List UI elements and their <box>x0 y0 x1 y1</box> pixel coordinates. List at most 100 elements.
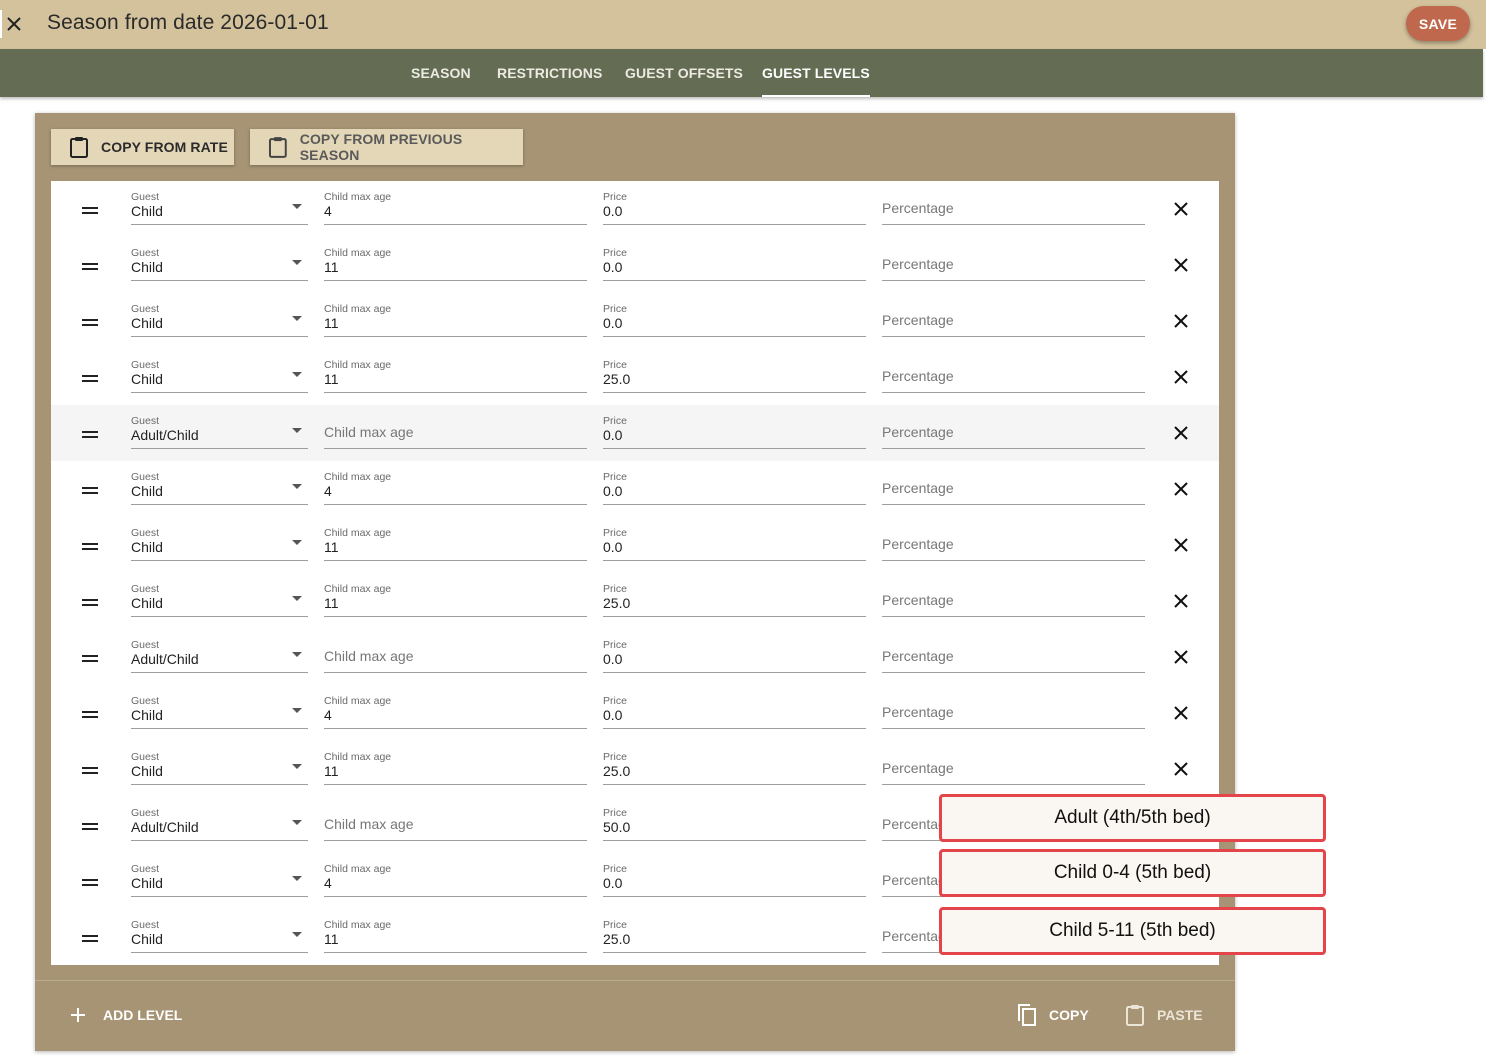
tab-season[interactable]: SEASON <box>411 49 471 97</box>
child-max-age-input[interactable]: Child max age 11 <box>324 577 587 617</box>
drag-handle-icon[interactable] <box>82 599 98 606</box>
drag-handle-icon[interactable] <box>82 879 98 886</box>
percentage-input[interactable]: Percentage <box>882 465 1145 505</box>
child-max-age-label: Child max age <box>324 583 392 595</box>
percentage-placeholder: Percentage <box>882 480 954 496</box>
percentage-input[interactable]: Percentage <box>882 409 1145 449</box>
price-input[interactable]: Price 0.0 <box>603 409 866 449</box>
child-max-age-input[interactable]: Child max age 11 <box>324 241 587 281</box>
copy-from-previous-season-button[interactable]: COPY FROM PREVIOUS SEASON <box>250 129 523 165</box>
drag-handle-icon[interactable] <box>82 767 98 774</box>
child-max-age-input[interactable]: Child max age 11 <box>324 745 587 785</box>
child-max-age-input[interactable]: Child max age 11 <box>324 913 587 953</box>
price-input[interactable]: Price 0.0 <box>603 689 866 729</box>
delete-level-button[interactable] <box>1173 369 1189 385</box>
guest-select[interactable]: Guest Child <box>131 689 308 729</box>
percentage-input[interactable]: Percentage <box>882 633 1145 673</box>
percentage-input[interactable]: Percentage <box>882 185 1145 225</box>
save-button[interactable]: SAVE <box>1406 6 1470 41</box>
child-max-age-input[interactable]: Child max age 11 <box>324 521 587 561</box>
guest-label: Guest <box>131 751 160 763</box>
delete-level-button[interactable] <box>1173 593 1189 609</box>
price-value: 0.0 <box>603 483 623 499</box>
drag-handle-icon[interactable] <box>82 431 98 438</box>
percentage-input[interactable]: Percentage <box>882 745 1145 785</box>
delete-level-button[interactable] <box>1173 257 1189 273</box>
guest-select[interactable]: Guest Adult/Child <box>131 409 308 449</box>
percentage-input[interactable]: Percentage <box>882 353 1145 393</box>
drag-handle-icon[interactable] <box>82 935 98 942</box>
tab-guest-levels[interactable]: GUEST LEVELS <box>762 49 870 97</box>
child-max-age-input[interactable]: Child max age 4 <box>324 857 587 897</box>
add-level-label: ADD LEVEL <box>103 1007 183 1023</box>
child-max-age-input[interactable]: Child max age 4 <box>324 465 587 505</box>
guest-label: Guest <box>131 247 160 259</box>
price-input[interactable]: Price 0.0 <box>603 521 866 561</box>
guest-select[interactable]: Guest Child <box>131 521 308 561</box>
price-input[interactable]: Price 0.0 <box>603 241 866 281</box>
percentage-input[interactable]: Percentage <box>882 521 1145 561</box>
guest-select[interactable]: Guest Child <box>131 297 308 337</box>
copy-button[interactable]: COPY <box>1015 1001 1089 1029</box>
guest-select[interactable]: Guest Adult/Child <box>131 801 308 841</box>
drag-handle-icon[interactable] <box>82 319 98 326</box>
guest-select[interactable]: Guest Child <box>131 745 308 785</box>
delete-level-button[interactable] <box>1173 537 1189 553</box>
guest-select[interactable]: Guest Child <box>131 913 308 953</box>
price-input[interactable]: Price 0.0 <box>603 297 866 337</box>
percentage-input[interactable]: Percentage <box>882 577 1145 617</box>
price-input[interactable]: Price 0.0 <box>603 633 866 673</box>
price-value: 25.0 <box>603 371 631 387</box>
drag-handle-icon[interactable] <box>82 207 98 214</box>
child-max-age-input[interactable]: Child max age 11 <box>324 297 587 337</box>
child-max-age-label: Child max age <box>324 527 392 539</box>
drag-handle-icon[interactable] <box>82 711 98 718</box>
drag-handle-icon[interactable] <box>82 655 98 662</box>
child-max-age-input[interactable]: Child max age 4 <box>324 689 587 729</box>
drag-handle-icon[interactable] <box>82 375 98 382</box>
copy-from-rate-button[interactable]: COPY FROM RATE <box>51 129 234 165</box>
delete-level-button[interactable] <box>1173 705 1189 721</box>
price-input[interactable]: Price 25.0 <box>603 745 866 785</box>
delete-level-button[interactable] <box>1173 425 1189 441</box>
price-input[interactable]: Price 25.0 <box>603 353 866 393</box>
drag-handle-icon[interactable] <box>82 487 98 494</box>
percentage-placeholder: Percentage <box>882 760 954 776</box>
child-max-age-input[interactable]: Child max age <box>324 633 587 673</box>
paste-button[interactable]: PASTE <box>1125 1001 1203 1029</box>
guest-select[interactable]: Guest Child <box>131 465 308 505</box>
price-input[interactable]: Price 0.0 <box>603 465 866 505</box>
guest-select[interactable]: Guest Adult/Child <box>131 633 308 673</box>
child-max-age-value: 4 <box>324 203 332 219</box>
delete-level-button[interactable] <box>1173 313 1189 329</box>
delete-level-button[interactable] <box>1173 649 1189 665</box>
price-input[interactable]: Price 0.0 <box>603 857 866 897</box>
drag-handle-icon[interactable] <box>82 823 98 830</box>
price-value: 0.0 <box>603 203 623 219</box>
price-input[interactable]: Price 50.0 <box>603 801 866 841</box>
child-max-age-input[interactable]: Child max age <box>324 409 587 449</box>
price-input[interactable]: Price 25.0 <box>603 913 866 953</box>
delete-level-button[interactable] <box>1173 201 1189 217</box>
tab-guest-offsets[interactable]: GUEST OFFSETS <box>625 49 743 97</box>
delete-level-button[interactable] <box>1173 481 1189 497</box>
guest-select[interactable]: Guest Child <box>131 577 308 617</box>
guest-select[interactable]: Guest Child <box>131 185 308 225</box>
drag-handle-icon[interactable] <box>82 543 98 550</box>
child-max-age-input[interactable]: Child max age <box>324 801 587 841</box>
guest-select[interactable]: Guest Child <box>131 857 308 897</box>
add-level-button[interactable]: ADD LEVEL <box>69 1001 182 1029</box>
child-max-age-input[interactable]: Child max age 4 <box>324 185 587 225</box>
tab-restrictions[interactable]: RESTRICTIONS <box>497 49 602 97</box>
delete-level-button[interactable] <box>1173 761 1189 777</box>
drag-handle-icon[interactable] <box>82 263 98 270</box>
child-max-age-input[interactable]: Child max age 11 <box>324 353 587 393</box>
close-button[interactable] <box>0 10 28 38</box>
guest-select[interactable]: Guest Child <box>131 353 308 393</box>
percentage-input[interactable]: Percentage <box>882 689 1145 729</box>
guest-select[interactable]: Guest Child <box>131 241 308 281</box>
percentage-input[interactable]: Percentage <box>882 241 1145 281</box>
percentage-input[interactable]: Percentage <box>882 297 1145 337</box>
price-input[interactable]: Price 25.0 <box>603 577 866 617</box>
price-input[interactable]: Price 0.0 <box>603 185 866 225</box>
